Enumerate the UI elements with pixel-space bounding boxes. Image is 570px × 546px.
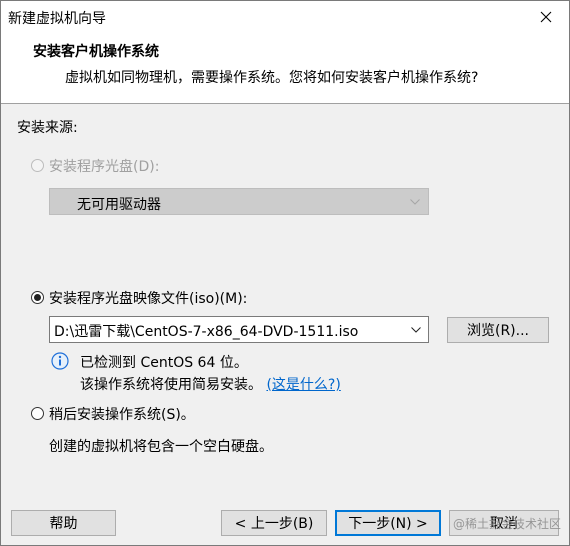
chevron-down-icon (410, 194, 420, 208)
os-detected-text: 已检测到 CentOS 64 位。 (80, 355, 248, 371)
next-button[interactable]: 下一步(N) > (335, 510, 441, 536)
what-is-this-link[interactable]: (这是什么?) (266, 377, 340, 393)
iso-path-value: D:\迅雷下载\CentOS-7-x86_64-DVD-1511.iso (54, 324, 359, 340)
watermark: @稀土掘金技术社区 (453, 517, 562, 531)
close-button[interactable] (523, 1, 569, 33)
page-title: 安装客户机操作系统 (33, 44, 159, 60)
browse-button[interactable]: 浏览(R)... (447, 317, 549, 343)
install-later-radio[interactable] (31, 407, 44, 420)
iso-path-combobox[interactable]: D:\迅雷下载\CentOS-7-x86_64-DVD-1511.iso (49, 316, 429, 343)
easy-install-label: 该操作系统将使用简易安装。 (80, 377, 262, 393)
page-subtitle: 虚拟机如同物理机，需要操作系统。您将如何安装客户机操作系统? (65, 70, 479, 86)
disc-drive-dropdown[interactable]: 无可用驱动器 (49, 188, 429, 215)
help-button[interactable]: 帮助 (11, 510, 116, 536)
info-icon (51, 352, 69, 370)
wizard-header: 安装客户机操作系统 虚拟机如同物理机，需要操作系统。您将如何安装客户机操作系统? (1, 33, 569, 104)
disc-radio-label: 安装程序光盘(D): (49, 159, 160, 175)
disc-radio[interactable] (31, 159, 44, 172)
disc-drive-value: 无可用驱动器 (77, 197, 161, 213)
easy-install-text: 该操作系统将使用简易安装。 (这是什么?) (80, 374, 341, 394)
iso-radio[interactable] (31, 291, 44, 304)
wizard-window: 新建虚拟机向导 安装客户机操作系统 虚拟机如同物理机，需要操作系统。您将如何安装… (0, 0, 570, 546)
chevron-down-icon[interactable] (408, 319, 424, 340)
back-button[interactable]: < 上一步(B) (221, 510, 327, 536)
install-later-label: 稍后安装操作系统(S)。 (49, 407, 195, 423)
install-source-label: 安装来源: (17, 120, 78, 136)
window-title: 新建虚拟机向导 (8, 11, 106, 27)
iso-radio-label: 安装程序光盘映像文件(iso)(M): (49, 291, 248, 307)
close-icon (540, 11, 552, 23)
title-bar: 新建虚拟机向导 (1, 1, 569, 33)
install-later-description: 创建的虚拟机将包含一个空白硬盘。 (49, 439, 273, 455)
